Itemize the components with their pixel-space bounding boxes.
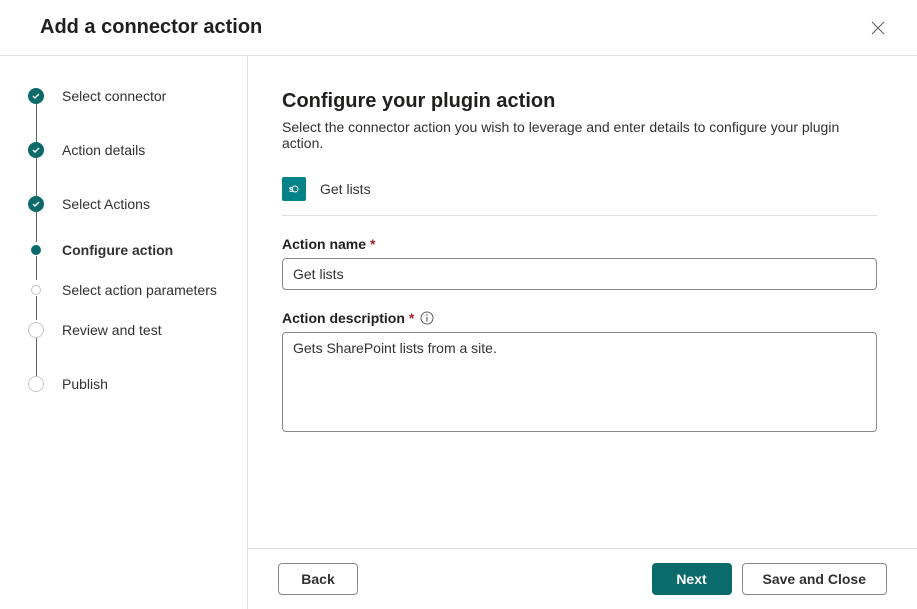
step-connector-line bbox=[36, 296, 37, 320]
selected-action-row: s Get lists bbox=[282, 177, 877, 216]
upcoming-step-icon bbox=[28, 322, 44, 338]
action-name-field-group: Action name * bbox=[282, 236, 877, 290]
step-action-details[interactable]: Action details bbox=[28, 142, 227, 158]
back-button[interactable]: Back bbox=[278, 563, 358, 595]
step-label: Select Actions bbox=[62, 196, 150, 212]
selected-action-name: Get lists bbox=[320, 181, 371, 197]
steps-sidebar: Select connector Action details Select A… bbox=[0, 56, 248, 609]
check-icon bbox=[28, 142, 44, 158]
close-icon bbox=[871, 21, 885, 35]
step-label: Review and test bbox=[62, 322, 162, 338]
info-icon[interactable] bbox=[420, 311, 434, 325]
step-label: Select connector bbox=[62, 88, 166, 104]
current-step-icon bbox=[31, 245, 41, 255]
upcoming-step-icon bbox=[28, 376, 44, 392]
sharepoint-icon: s bbox=[282, 177, 306, 201]
step-publish[interactable]: Publish bbox=[28, 376, 227, 392]
action-description-field-group: Action description * bbox=[282, 310, 877, 437]
dialog-header: Add a connector action bbox=[0, 0, 917, 56]
step-select-actions[interactable]: Select Actions bbox=[28, 196, 227, 212]
step-connector-line bbox=[36, 256, 37, 280]
close-button[interactable] bbox=[867, 17, 889, 39]
page-heading: Configure your plugin action bbox=[282, 90, 877, 113]
step-review-and-test[interactable]: Review and test bbox=[28, 322, 227, 338]
action-description-textarea[interactable] bbox=[282, 332, 877, 432]
step-connector-line bbox=[36, 338, 37, 376]
next-button[interactable]: Next bbox=[652, 563, 732, 595]
page-subtitle: Select the connector action you wish to … bbox=[282, 119, 877, 151]
save-and-close-button[interactable]: Save and Close bbox=[742, 563, 888, 595]
action-description-label: Action description * bbox=[282, 310, 877, 326]
step-label: Publish bbox=[62, 376, 108, 392]
main-panel: Configure your plugin action Select the … bbox=[248, 56, 917, 609]
action-name-input[interactable] bbox=[282, 258, 877, 290]
dialog-title: Add a connector action bbox=[40, 16, 262, 39]
step-configure-action[interactable]: Configure action bbox=[28, 242, 227, 258]
dialog-footer: Back Next Save and Close bbox=[248, 548, 917, 609]
check-icon bbox=[28, 196, 44, 212]
upcoming-step-icon bbox=[31, 285, 41, 295]
step-connector-line bbox=[36, 212, 37, 242]
step-connector-line bbox=[36, 158, 37, 196]
step-connector-line bbox=[36, 104, 37, 142]
action-name-label: Action name * bbox=[282, 236, 877, 252]
step-select-action-parameters[interactable]: Select action parameters bbox=[28, 282, 227, 298]
step-select-connector[interactable]: Select connector bbox=[28, 88, 227, 104]
required-asterisk: * bbox=[409, 310, 414, 326]
required-asterisk: * bbox=[370, 236, 375, 252]
step-label: Action details bbox=[62, 142, 145, 158]
check-icon bbox=[28, 88, 44, 104]
step-label: Select action parameters bbox=[62, 282, 217, 298]
step-label: Configure action bbox=[62, 242, 173, 258]
